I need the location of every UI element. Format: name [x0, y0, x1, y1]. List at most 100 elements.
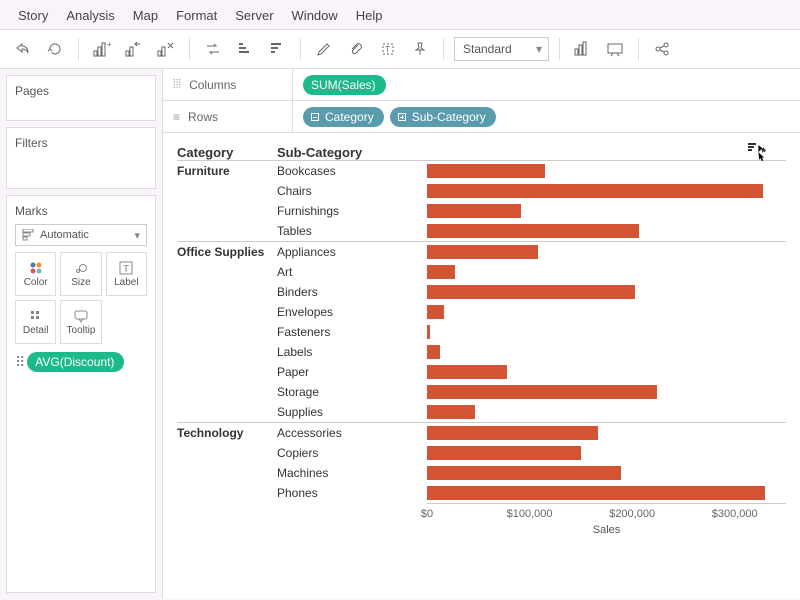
bar[interactable] [427, 385, 657, 399]
rows-pill-category[interactable]: Category [303, 107, 384, 127]
subcategory-label[interactable]: Binders [277, 285, 427, 299]
rows-pill-subcategory[interactable]: Sub-Category [390, 107, 496, 127]
bar[interactable] [427, 446, 581, 460]
sub-row: Appliances [277, 242, 786, 262]
menu-format[interactable]: Format [176, 8, 217, 23]
toolbar: + T Standard [0, 29, 800, 69]
marks-label[interactable]: T Label [106, 252, 147, 296]
bar[interactable] [427, 345, 440, 359]
header-category[interactable]: Category [177, 145, 277, 160]
svg-text:T: T [385, 45, 390, 54]
menu-map[interactable]: Map [133, 8, 158, 23]
subcategory-label[interactable]: Chairs [277, 184, 427, 198]
marks-size[interactable]: Size [60, 252, 101, 296]
bar[interactable] [427, 426, 598, 440]
x-axis[interactable]: $0$100,000$200,000$300,000 Sales [427, 503, 786, 543]
subcategory-label[interactable]: Envelopes [277, 305, 427, 319]
share-icon[interactable] [649, 36, 675, 62]
collapse-icon [311, 113, 319, 121]
sub-row: Binders [277, 282, 786, 302]
bar[interactable] [427, 405, 475, 419]
sub-row: Accessories [277, 423, 786, 443]
sort-desc-icon[interactable] [264, 36, 290, 62]
bar[interactable] [427, 224, 639, 238]
subcategory-label[interactable]: Fasteners [277, 325, 427, 339]
bar[interactable] [427, 184, 763, 198]
rows-icon: ≡ [173, 110, 180, 124]
marks-type-select[interactable]: Automatic [15, 224, 147, 246]
subcategory-label[interactable]: Storage [277, 385, 427, 399]
subcategory-label[interactable]: Paper [277, 365, 427, 379]
fit-select[interactable]: Standard [454, 37, 549, 61]
category-label[interactable]: Office Supplies [177, 242, 277, 422]
axis-tick: $100,000 [507, 508, 553, 520]
sub-row: Chairs [277, 181, 786, 201]
text-icon: T [119, 261, 133, 275]
subcategory-label[interactable]: Appliances [277, 245, 427, 259]
category-label[interactable]: Technology [177, 423, 277, 503]
rows-label: Rows [188, 110, 218, 124]
bar[interactable] [427, 325, 430, 339]
marks-color[interactable]: Color [15, 252, 56, 296]
sub-row: Art [277, 262, 786, 282]
subcategory-label[interactable]: Bookcases [277, 164, 427, 178]
sub-row: Paper [277, 362, 786, 382]
menu-story[interactable]: Story [18, 8, 48, 23]
label-icon[interactable]: T [375, 36, 401, 62]
highlight-icon[interactable] [311, 36, 337, 62]
columns-icon: ⦙⦙⦙ [173, 77, 181, 92]
subcategory-label[interactable]: Art [277, 265, 427, 279]
sub-row: Fasteners [277, 322, 786, 342]
header-subcategory[interactable]: Sub-Category [277, 145, 427, 160]
marks-detail[interactable]: Detail [15, 300, 56, 344]
subcategory-label[interactable]: Labels [277, 345, 427, 359]
color-icon [29, 261, 43, 275]
category-group: FurnitureBookcases Chairs Furnishings Table… [177, 160, 786, 241]
detail-dots-icon: ⠿ [15, 354, 23, 371]
clear-sheet-icon[interactable] [153, 36, 179, 62]
attach-icon[interactable] [343, 36, 369, 62]
sort-asc-icon[interactable] [232, 36, 258, 62]
subcategory-label[interactable]: Phones [277, 486, 427, 500]
avg-discount-pill[interactable]: AVG(Discount) [27, 352, 124, 372]
show-me-icon[interactable] [570, 36, 596, 62]
size-icon [74, 261, 88, 275]
bar[interactable] [427, 164, 545, 178]
bar[interactable] [427, 204, 521, 218]
columns-shelf[interactable]: ⦙⦙⦙ Columns SUM(Sales) [163, 69, 800, 101]
subcategory-label[interactable]: Tables [277, 224, 427, 238]
menu-analysis[interactable]: Analysis [66, 8, 114, 23]
pages-panel[interactable]: Pages [6, 75, 156, 121]
duplicate-icon[interactable] [121, 36, 147, 62]
bar[interactable] [427, 486, 765, 500]
refresh-icon[interactable] [42, 36, 68, 62]
new-worksheet-icon[interactable]: + [89, 36, 115, 62]
presentation-icon[interactable] [602, 36, 628, 62]
bar[interactable] [427, 305, 444, 319]
columns-pill-sum-sales[interactable]: SUM(Sales) [303, 75, 386, 95]
svg-text:+: + [107, 41, 111, 49]
swap-icon[interactable] [200, 36, 226, 62]
subcategory-label[interactable]: Furnishings [277, 204, 427, 218]
subcategory-label[interactable]: Machines [277, 466, 427, 480]
category-label[interactable]: Furniture [177, 161, 277, 241]
menu-window[interactable]: Window [292, 8, 338, 23]
undo-icon[interactable] [10, 36, 36, 62]
category-group: Office SuppliesAppliances Art Binders Envel… [177, 241, 786, 422]
subcategory-label[interactable]: Copiers [277, 446, 427, 460]
bar[interactable] [427, 245, 538, 259]
bar[interactable] [427, 365, 507, 379]
rows-shelf[interactable]: ≡ Rows Category Sub-Category [163, 101, 800, 133]
menu-server[interactable]: Server [235, 8, 273, 23]
menu-help[interactable]: Help [356, 8, 383, 23]
bar[interactable] [427, 265, 455, 279]
sub-row: Envelopes [277, 302, 786, 322]
pin-icon[interactable] [407, 36, 433, 62]
visualization: Category Sub-Category FurnitureBookcases… [163, 133, 800, 599]
bar[interactable] [427, 466, 621, 480]
bar[interactable] [427, 285, 635, 299]
marks-tooltip[interactable]: Tooltip [60, 300, 101, 344]
filters-panel[interactable]: Filters [6, 127, 156, 189]
subcategory-label[interactable]: Supplies [277, 405, 427, 419]
subcategory-label[interactable]: Accessories [277, 426, 427, 440]
